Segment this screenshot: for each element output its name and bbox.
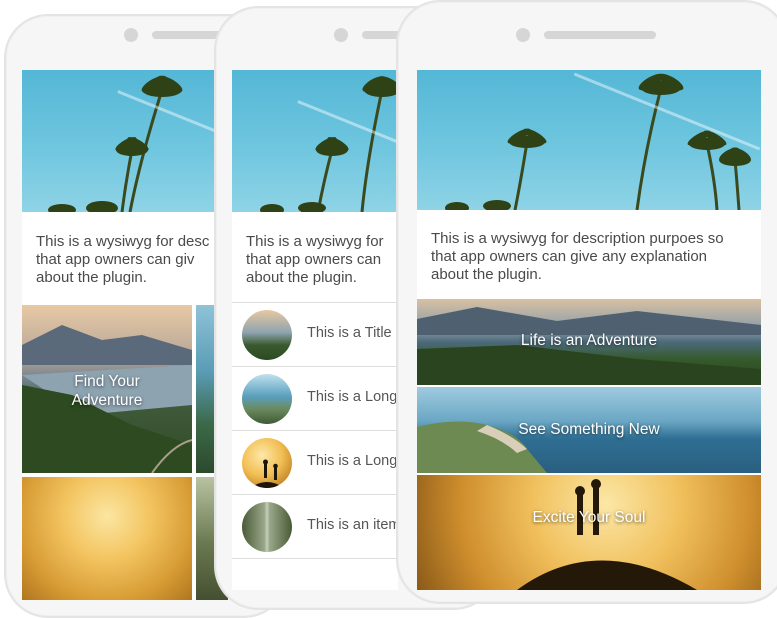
screen-middle: This is a wysiwyg for that app owners ca…: [232, 70, 398, 590]
list-item[interactable]: This is a Long: [232, 431, 398, 495]
hikers-sunset-icon: [242, 438, 292, 488]
phone-right: This is a wysiwyg for description purpoe…: [396, 0, 777, 604]
list-item[interactable]: This is an item: [232, 495, 398, 559]
list: This is a Title This is a Long This is a…: [232, 302, 398, 559]
hikers-silhouette-image: [517, 479, 697, 590]
description-text: This is a wysiwyg for that app owners ca…: [246, 233, 384, 286]
list-item-title: This is a Long: [307, 453, 398, 469]
tile-label: Find Your Adventure: [71, 373, 143, 409]
description-text: This is a wysiwyg for desc that app owne…: [36, 233, 210, 286]
header-image: [232, 70, 398, 212]
tile-find-your-adventure[interactable]: Find Your Adventure: [22, 305, 192, 473]
list-item[interactable]: This is a Title: [232, 303, 398, 367]
lake-landscape-icon: [242, 310, 292, 360]
tile-label: Excite Your Soul: [532, 509, 646, 526]
screen-right: This is a wysiwyg for description purpoe…: [417, 70, 761, 590]
header-image: [22, 70, 228, 212]
speaker-grille: [544, 31, 656, 39]
forest-road-icon: [242, 502, 292, 552]
tile-see-something-new[interactable]: See Something New: [417, 387, 761, 473]
list-item-title: This is an item: [307, 517, 398, 533]
camera-dot: [334, 28, 348, 42]
tile-sunset[interactable]: [22, 477, 192, 600]
palm-trees-image: [48, 75, 183, 212]
camera-dot: [516, 28, 530, 42]
camera-dot: [124, 28, 138, 42]
list-item[interactable]: This is a Long: [232, 367, 398, 431]
tile-label: See Something New: [518, 421, 660, 438]
list-item-title: This is a Title: [307, 325, 392, 341]
palm-trees-image: [445, 73, 751, 210]
list-item-title: This is a Long: [307, 389, 398, 405]
tile-life-is-an-adventure[interactable]: Life is an Adventure: [417, 299, 761, 385]
coastline-icon: [242, 374, 292, 424]
header-image: [417, 70, 761, 210]
tile-label: Life is an Adventure: [520, 332, 658, 349]
description-text: This is a wysiwyg for description purpoe…: [431, 230, 724, 283]
tile-excite-your-soul[interactable]: Excite Your Soul: [417, 475, 761, 590]
palm-trees-image: [260, 76, 398, 212]
screen-left: This is a wysiwyg for desc that app owne…: [22, 70, 228, 600]
